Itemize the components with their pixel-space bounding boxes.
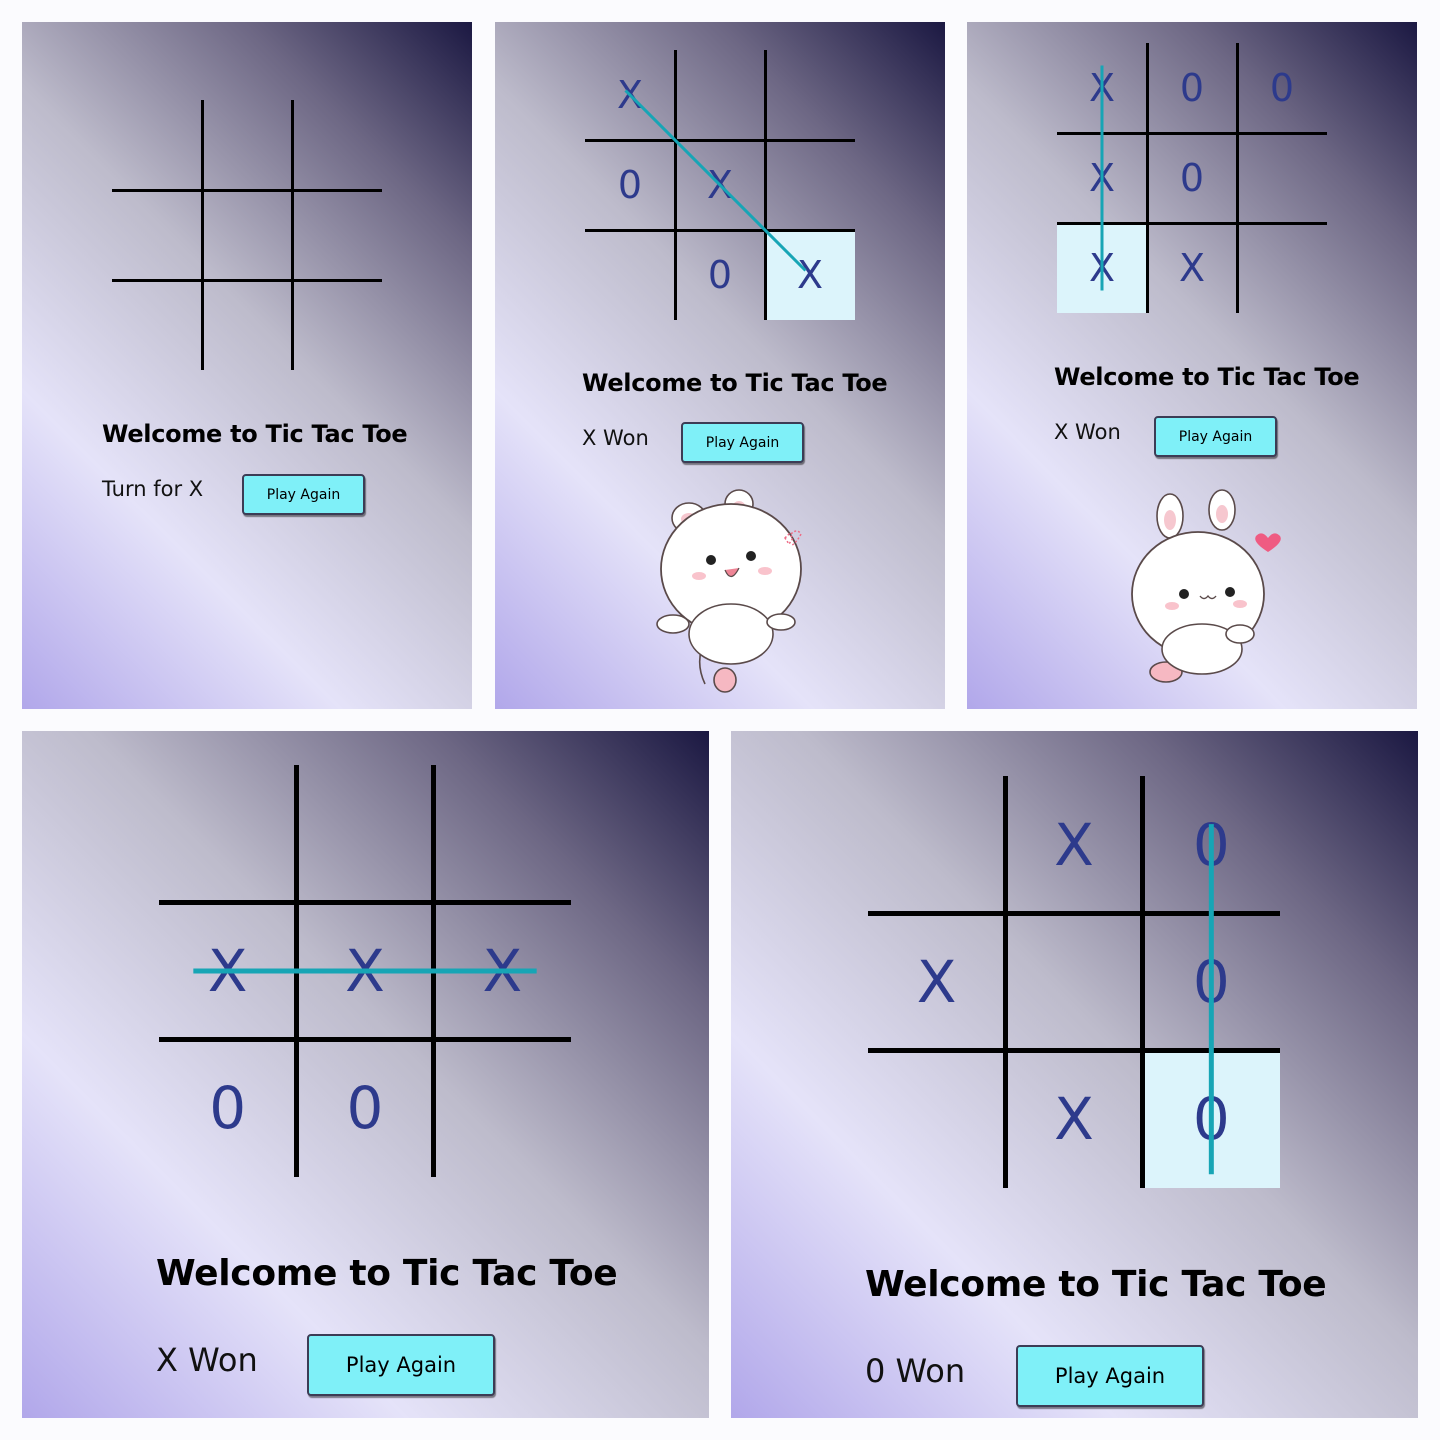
board-cell[interactable] [292, 190, 382, 280]
board-cell[interactable] [202, 280, 292, 370]
board-cell[interactable] [292, 100, 382, 190]
play-again-button[interactable]: Play Again [1154, 416, 1277, 457]
game-board [112, 100, 382, 370]
game-board: XXX00 [159, 765, 571, 1177]
game-panel-4: XXX00 Welcome to Tic Tac Toe X Won Play … [22, 731, 709, 1418]
win-strike-line [1208, 824, 1214, 1175]
grid-line [290, 100, 294, 370]
win-strike-line [624, 89, 807, 272]
play-again-button[interactable]: Play Again [242, 474, 365, 515]
page-title: Welcome to Tic Tac Toe [865, 1264, 1327, 1305]
game-panel-2: X0X0X Welcome to Tic Tac Toe X Won Play … [495, 22, 945, 709]
game-board: X00X0XX [1057, 43, 1327, 313]
page-title: Welcome to Tic Tac Toe [582, 369, 888, 397]
game-board: X0X0X [585, 50, 855, 320]
game-panel-5: X0X0X0 Welcome to Tic Tac Toe 0 Won Play… [731, 731, 1418, 1418]
game-board: X0X0X0 [868, 776, 1280, 1188]
board-cell[interactable] [112, 190, 202, 280]
status-text: 0 Won [865, 1352, 966, 1390]
page-title: Welcome to Tic Tac Toe [1054, 363, 1360, 391]
win-strike-line [193, 968, 537, 974]
board-cell[interactable] [202, 100, 292, 190]
board-cell[interactable] [112, 100, 202, 190]
board-cell[interactable] [202, 190, 292, 280]
status-text: Turn for X [102, 477, 204, 501]
grid-line [112, 278, 382, 282]
page-title: Welcome to Tic Tac Toe [156, 1253, 618, 1294]
play-again-button[interactable]: Play Again [1016, 1345, 1204, 1407]
bunny-mascot-image [1131, 489, 1281, 683]
grid-line [200, 100, 204, 370]
bunny-mascot-image [656, 489, 802, 693]
board-cell[interactable] [292, 280, 382, 370]
win-strike-line [1100, 65, 1104, 291]
status-text: X Won [582, 426, 649, 450]
status-text: X Won [156, 1341, 258, 1379]
status-text: X Won [1054, 420, 1121, 444]
play-again-button[interactable]: Play Again [307, 1334, 495, 1396]
page-title: Welcome to Tic Tac Toe [102, 420, 408, 448]
grid-line [112, 188, 382, 192]
play-again-button[interactable]: Play Again [681, 422, 804, 463]
board-cell[interactable] [112, 280, 202, 370]
game-panel-1: Welcome to Tic Tac Toe Turn for X Play A… [22, 22, 472, 709]
game-panel-3: X00X0XX Welcome to Tic Tac Toe X Won Pla… [967, 22, 1417, 709]
